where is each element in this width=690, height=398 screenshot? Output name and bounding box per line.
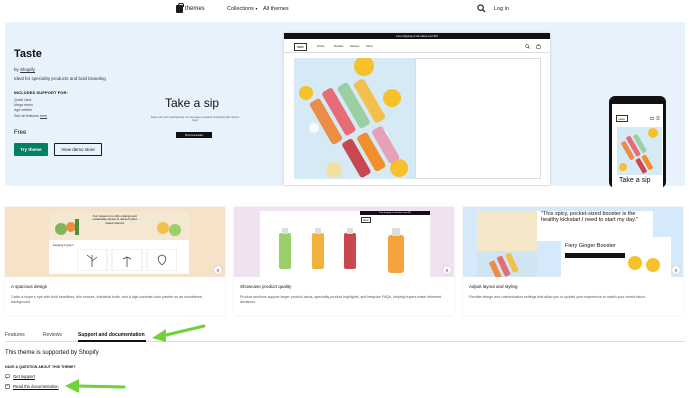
mobile-headline: Take a sip	[619, 177, 651, 184]
search-icon[interactable]	[477, 4, 486, 13]
get-support-label: Get support	[13, 374, 35, 379]
bottle-detail	[388, 228, 404, 273]
feature-item: Quick view	[14, 98, 32, 102]
preview-subtext: Sweet, tart, and mouthwatering. Our beve…	[150, 116, 240, 122]
card-image: Our mission is to offer underground, sus…	[5, 207, 225, 277]
card-mock-product: Fiery Ginger Booster	[565, 243, 616, 249]
preview-hero-image	[294, 58, 415, 179]
tab-reviews[interactable]: Reviews	[43, 332, 62, 338]
card-mock-logo: taste	[361, 217, 371, 223]
search-icon	[525, 44, 530, 49]
veggies-illustration	[55, 219, 79, 235]
menu-icon	[656, 116, 660, 120]
tab-features[interactable]: Features	[5, 332, 25, 338]
zoom-icon[interactable]: ⚲	[214, 266, 222, 274]
chat-icon	[5, 374, 10, 379]
card-mock-quote: "This spicy, pocket-sized booster is the…	[541, 211, 638, 223]
preview-shop-button: Shop lemonades	[176, 132, 212, 138]
chevron-down-icon: ▾	[255, 6, 258, 11]
nav-all-themes[interactable]: All themes	[263, 6, 289, 12]
card-description: Flexible design and customization settin…	[469, 295, 646, 299]
card-image: Free shipping on all orders over $70 tas…	[234, 207, 454, 277]
themes-logo[interactable]: themes	[176, 3, 205, 13]
brand-name: themes	[185, 6, 205, 12]
drinks-photo	[489, 252, 519, 277]
mobile-hero-image	[617, 127, 662, 175]
feature-item: Age verifier	[14, 108, 33, 112]
feature-item: Mega menu	[14, 103, 33, 107]
preview-hero-panel	[415, 58, 541, 179]
tab-support-documentation[interactable]: Support and documentation	[78, 332, 145, 338]
card-mock-photo-2	[477, 251, 537, 277]
card-mock-bar: Free shipping on all orders over $70	[360, 211, 430, 215]
lemons-illustration	[628, 256, 660, 272]
preview-menu-item: Bundles	[334, 45, 344, 48]
annotation-arrow-icon	[65, 379, 126, 393]
by-prefix: by	[14, 67, 19, 72]
feature-card-layout[interactable]: "This spicy, pocket-sized booster is the…	[463, 207, 683, 315]
see-all-label: See all features	[14, 114, 39, 118]
desktop-preview: Free shipping on all orders over $70 tas…	[284, 33, 550, 185]
annotation-arrow-icon	[152, 324, 206, 342]
see-all-link[interactable]: here	[40, 114, 47, 118]
preview-headline: Take a sip	[165, 96, 220, 110]
get-support-link[interactable]: Get support	[5, 374, 35, 379]
support-statement: This theme is supported by Shopify	[5, 350, 99, 356]
cart-icon	[650, 116, 654, 120]
preview-menu-item: About	[366, 45, 373, 48]
bottles-illustration	[279, 228, 356, 269]
card-description: Catch a buyer's eye with bold headlines,…	[11, 295, 202, 304]
vendor-link[interactable]: Shopify	[20, 67, 35, 72]
active-tab-indicator	[78, 340, 146, 342]
card-image: "This spicy, pocket-sized booster is the…	[463, 207, 683, 277]
login-link[interactable]: Log in	[494, 6, 509, 12]
support-heading: INCLUDES SUPPORT FOR:	[14, 90, 68, 95]
nav-collections-label: Collections	[227, 6, 254, 12]
feature-card-spacious[interactable]: Our mission is to offer underground, sus…	[5, 207, 225, 315]
zoom-icon[interactable]: ⚲	[443, 266, 451, 274]
try-theme-button[interactable]: Try theme	[14, 143, 48, 156]
book-icon	[5, 384, 10, 389]
card-title: A spacious design	[11, 284, 48, 289]
card-description: Product sections support larger product …	[240, 295, 442, 304]
lemons-illustration	[157, 222, 181, 236]
view-demo-button[interactable]: View demo store	[54, 143, 102, 156]
theme-vendor: by Shopify	[14, 67, 35, 72]
theme-title: Taste	[14, 48, 42, 60]
question-heading: HAVE A QUESTION ABOUT THIS THEME?	[5, 365, 76, 369]
drinks-photo	[617, 127, 662, 175]
nav-collections[interactable]: Collections ▾	[227, 6, 257, 12]
theme-description: Ideal for speciality products and bold b…	[14, 76, 106, 81]
card-title: Adjust layout and styling	[469, 284, 518, 289]
card-mock-label: Keeping it green	[53, 243, 74, 247]
card-mock-text: Our mission is to offer underground, sus…	[92, 214, 138, 225]
read-documentation-link[interactable]: Read the documentation	[5, 384, 59, 389]
cart-icon	[536, 44, 541, 49]
top-navigation	[0, 0, 690, 20]
mobile-store-logo: taste	[616, 115, 628, 122]
zoom-icon[interactable]: ⚲	[672, 266, 680, 274]
preview-menu-item: Drinks	[317, 45, 325, 48]
see-all-features: See all features here	[14, 114, 47, 118]
herb-icons	[77, 249, 177, 271]
drinks-photo	[294, 58, 415, 179]
card-mock-button	[565, 253, 625, 258]
preview-store-logo: taste	[294, 43, 307, 51]
read-docs-label: Read the documentation	[13, 384, 59, 389]
feature-card-product-quality[interactable]: Free shipping on all orders over $70 tas…	[234, 207, 454, 315]
shopify-bag-icon	[176, 3, 184, 13]
card-title: Showcase product quality	[240, 284, 292, 289]
card-mock-photo	[477, 211, 537, 251]
preview-menu-item: Recipes	[350, 45, 360, 48]
theme-price: Free	[14, 130, 27, 136]
